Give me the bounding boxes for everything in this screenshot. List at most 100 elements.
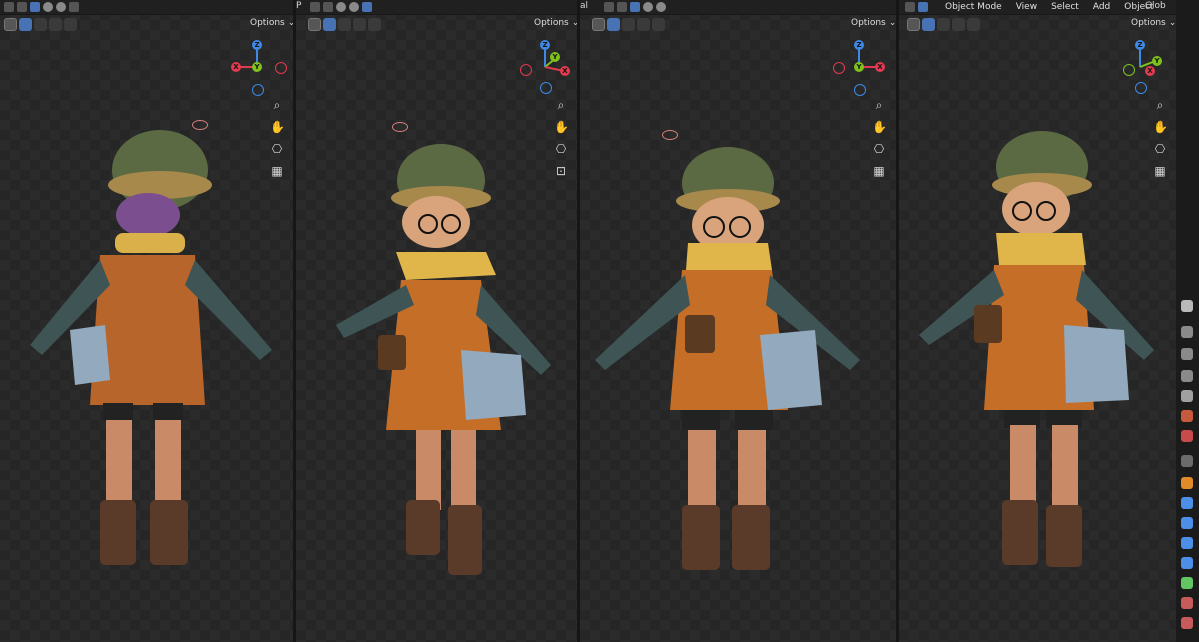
select-mode-extend-button[interactable] bbox=[338, 17, 351, 31]
shading-material-icon[interactable] bbox=[56, 2, 66, 12]
hand-icon[interactable]: ✋ bbox=[554, 120, 569, 134]
view-layer-tab-icon[interactable] bbox=[1181, 370, 1193, 382]
select-mode-new-button[interactable] bbox=[922, 17, 935, 31]
gizmo-y-axis[interactable]: Y bbox=[854, 62, 864, 72]
character-three-quarter-left-view[interactable] bbox=[316, 140, 566, 580]
view-layer-tab-icon-2[interactable] bbox=[1181, 390, 1193, 402]
navigation-gizmo[interactable]: Z Y X bbox=[830, 38, 888, 96]
menu-add[interactable]: Add bbox=[1093, 2, 1110, 12]
world-tab-icon[interactable] bbox=[1181, 430, 1193, 442]
select-mode-extend-button[interactable] bbox=[34, 17, 47, 31]
options-dropdown[interactable]: Options ⌄ bbox=[1127, 17, 1176, 29]
gizmo-x-axis[interactable]: X bbox=[875, 62, 885, 72]
light-object-icon[interactable] bbox=[392, 122, 408, 132]
data-tab-icon[interactable] bbox=[1181, 577, 1193, 589]
select-mode-extend-button[interactable] bbox=[622, 17, 635, 31]
gizmo-x-axis[interactable]: X bbox=[231, 62, 241, 72]
gizmo-z-axis[interactable]: Z bbox=[854, 40, 864, 50]
light-object-icon[interactable] bbox=[662, 130, 678, 140]
viewport-3[interactable]: al Options ⌄ Z Y X ⌕ ✋ ⎔ ▦ bbox=[580, 0, 896, 642]
zoom-icon[interactable]: ⌕ bbox=[872, 98, 886, 112]
zoom-icon[interactable]: ⌕ bbox=[554, 98, 568, 112]
object-tab-icon[interactable] bbox=[1181, 477, 1193, 489]
shading-solid-icon[interactable] bbox=[336, 2, 346, 12]
modifier-tab-icon[interactable] bbox=[1181, 497, 1193, 509]
link-icon[interactable] bbox=[604, 2, 614, 12]
character-three-quarter-right-view[interactable] bbox=[914, 125, 1164, 575]
gizmo-neg-x-axis[interactable] bbox=[275, 62, 287, 74]
gizmo-x-axis[interactable]: X bbox=[560, 66, 570, 76]
shading-solid-icon[interactable] bbox=[43, 2, 53, 12]
gizmo-z-axis[interactable]: Z bbox=[1135, 40, 1145, 50]
character-front-view[interactable] bbox=[590, 145, 880, 580]
tool-tab-icon[interactable] bbox=[1181, 300, 1193, 312]
gizmo-x-axis[interactable]: X bbox=[1145, 66, 1155, 76]
gizmo-z-axis[interactable]: Z bbox=[540, 40, 550, 50]
character-back-view[interactable] bbox=[10, 115, 285, 575]
select-mode-extend-button[interactable] bbox=[937, 17, 950, 31]
hand-icon[interactable]: ✋ bbox=[872, 120, 887, 134]
select-tool-button[interactable] bbox=[4, 17, 17, 31]
gizmo-neg-x-axis[interactable] bbox=[520, 64, 532, 76]
shading-material-icon[interactable] bbox=[656, 2, 666, 12]
snap-icon[interactable] bbox=[617, 2, 627, 12]
select-tool-button[interactable] bbox=[907, 17, 920, 31]
viewport-2[interactable]: P Options ⌄ Z Y X ⌕ ✋ ⎔ ⊡ bbox=[296, 0, 577, 642]
particles-tab-icon[interactable] bbox=[1181, 517, 1193, 529]
select-tool-button[interactable] bbox=[592, 17, 605, 31]
select-mode-invert-button[interactable] bbox=[967, 17, 980, 31]
gizmo-neg-y-axis[interactable] bbox=[1123, 64, 1135, 76]
gizmo-neg-z-axis[interactable] bbox=[854, 84, 866, 96]
texture-tab-icon[interactable] bbox=[1181, 617, 1193, 629]
select-mode-subtract-button[interactable] bbox=[353, 17, 366, 31]
shading-solid-icon[interactable] bbox=[643, 2, 653, 12]
snap-icon[interactable] bbox=[310, 2, 320, 12]
select-mode-invert-button[interactable] bbox=[64, 17, 77, 31]
gizmo-neg-x-axis[interactable] bbox=[833, 62, 845, 74]
options-dropdown[interactable]: Options ⌄ bbox=[530, 17, 577, 29]
object-mode-icon[interactable] bbox=[918, 2, 928, 12]
proportional-edit-icon[interactable] bbox=[630, 2, 640, 12]
navigation-gizmo[interactable]: Z X Y bbox=[228, 38, 287, 96]
select-mode-new-button[interactable] bbox=[19, 17, 32, 31]
scene-tab-icon[interactable] bbox=[1181, 410, 1193, 422]
shading-rendered-icon[interactable] bbox=[362, 2, 372, 12]
physics-tab-icon[interactable] bbox=[1181, 537, 1193, 549]
snap-icon[interactable] bbox=[17, 2, 27, 12]
viewport-1[interactable]: Options ⌄ Z X Y ⌕ ✋ ⎔ ▦ bbox=[0, 0, 293, 642]
overlay-icon[interactable] bbox=[69, 2, 79, 12]
output-tab-icon[interactable] bbox=[1181, 348, 1193, 360]
transform-orientation-dropdown[interactable]: Glob bbox=[1145, 1, 1166, 11]
options-dropdown[interactable]: Options ⌄ bbox=[246, 17, 293, 29]
options-dropdown[interactable]: Options ⌄ bbox=[847, 17, 896, 29]
select-mode-invert-button[interactable] bbox=[652, 17, 665, 31]
select-tool-button[interactable] bbox=[308, 17, 321, 31]
navigation-gizmo[interactable]: Z Y X bbox=[1111, 38, 1169, 96]
render-tab-icon[interactable] bbox=[1181, 326, 1193, 338]
shading-material-icon[interactable] bbox=[349, 2, 359, 12]
constraints-tab-icon[interactable] bbox=[1181, 557, 1193, 569]
gizmo-y-axis[interactable]: Y bbox=[252, 62, 262, 72]
material-tab-icon[interactable] bbox=[1181, 597, 1193, 609]
select-mode-new-button[interactable] bbox=[323, 17, 336, 31]
object-mode-dropdown[interactable]: Object Mode bbox=[945, 2, 1002, 12]
select-mode-subtract-button[interactable] bbox=[49, 17, 62, 31]
gizmo-neg-z-axis[interactable] bbox=[252, 84, 264, 96]
select-mode-subtract-button[interactable] bbox=[952, 17, 965, 31]
gizmo-neg-z-axis[interactable] bbox=[1135, 82, 1147, 94]
select-mode-invert-button[interactable] bbox=[368, 17, 381, 31]
zoom-icon[interactable]: ⌕ bbox=[270, 98, 284, 112]
snap-icon[interactable] bbox=[905, 2, 915, 12]
link-icon[interactable] bbox=[4, 2, 14, 12]
navigation-gizmo[interactable]: Z Y X bbox=[516, 38, 574, 96]
proportional-edit-icon[interactable] bbox=[323, 2, 333, 12]
gizmo-neg-z-axis[interactable] bbox=[540, 82, 552, 94]
gizmo-y-axis[interactable]: Y bbox=[1152, 56, 1162, 66]
gizmo-z-axis[interactable]: Z bbox=[252, 40, 262, 50]
proportional-edit-icon[interactable] bbox=[30, 2, 40, 12]
menu-select[interactable]: Select bbox=[1051, 2, 1079, 12]
zoom-icon[interactable]: ⌕ bbox=[1153, 98, 1167, 112]
select-mode-subtract-button[interactable] bbox=[637, 17, 650, 31]
gizmo-y-axis[interactable]: Y bbox=[550, 52, 560, 62]
collection-tab-icon[interactable] bbox=[1181, 455, 1193, 467]
